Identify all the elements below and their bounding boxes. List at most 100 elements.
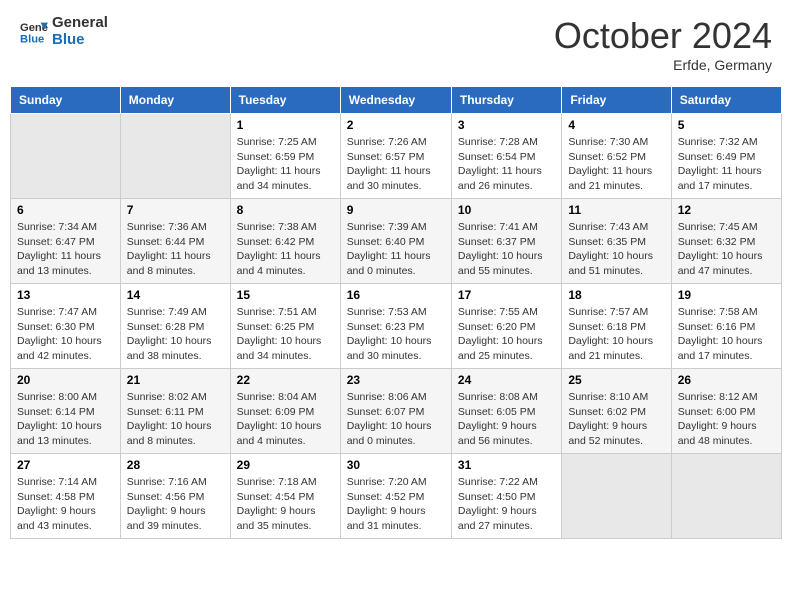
day-info: Sunrise: 7:58 AMSunset: 6:16 PMDaylight:…: [678, 305, 775, 364]
day-header-friday: Friday: [562, 87, 671, 114]
day-number: 30: [347, 458, 445, 472]
day-info: Sunrise: 8:12 AMSunset: 6:00 PMDaylight:…: [678, 390, 775, 449]
calendar-cell: 13Sunrise: 7:47 AMSunset: 6:30 PMDayligh…: [11, 284, 121, 369]
day-info: Sunrise: 7:38 AMSunset: 6:42 PMDaylight:…: [237, 220, 334, 279]
day-number: 17: [458, 288, 555, 302]
calendar-week-row: 20Sunrise: 8:00 AMSunset: 6:14 PMDayligh…: [11, 369, 782, 454]
day-header-tuesday: Tuesday: [230, 87, 340, 114]
day-info: Sunrise: 8:06 AMSunset: 6:07 PMDaylight:…: [347, 390, 445, 449]
location: Erfde, Germany: [554, 57, 772, 73]
logo-icon: General Blue: [20, 18, 48, 46]
day-number: 12: [678, 203, 775, 217]
day-number: 14: [127, 288, 224, 302]
calendar-cell: 19 Sunrise: 7:58 AMSunset: 6:16 PMDayligh…: [671, 284, 781, 369]
day-number: 31: [458, 458, 555, 472]
day-number: 18: [568, 288, 664, 302]
day-number: 5: [678, 118, 775, 132]
day-number: 26: [678, 373, 775, 387]
day-header-monday: Monday: [120, 87, 230, 114]
day-info: Sunrise: 7:28 AMSunset: 6:54 PMDaylight:…: [458, 135, 555, 194]
calendar-cell: 9 Sunrise: 7:39 AMSunset: 6:40 PMDaylight…: [340, 199, 451, 284]
day-info: Sunrise: 7:32 AMSunset: 6:49 PMDaylight:…: [678, 135, 775, 194]
day-info: Sunrise: 7:39 AMSunset: 6:40 PMDaylight:…: [347, 220, 445, 279]
day-number: 6: [17, 203, 114, 217]
day-number: 7: [127, 203, 224, 217]
day-info: Sunrise: 7:26 AMSunset: 6:57 PMDaylight:…: [347, 135, 445, 194]
day-header-thursday: Thursday: [451, 87, 561, 114]
day-number: 11: [568, 203, 664, 217]
day-number: 23: [347, 373, 445, 387]
calendar: SundayMondayTuesdayWednesdayThursdayFrid…: [10, 86, 782, 539]
calendar-cell: 12 Sunrise: 7:45 AMSunset: 6:32 PMDayligh…: [671, 199, 781, 284]
calendar-cell: 8Sunrise: 7:38 AMSunset: 6:42 PMDaylight…: [230, 199, 340, 284]
day-info: Sunrise: 7:47 AMSunset: 6:30 PMDaylight:…: [17, 305, 114, 364]
calendar-cell: 20Sunrise: 8:00 AMSunset: 6:14 PMDayligh…: [11, 369, 121, 454]
calendar-cell: 30 Sunrise: 7:20 AMSunset: 4:52 PMDayligh…: [340, 454, 451, 539]
calendar-cell: 27 Sunrise: 7:14 AMSunset: 4:58 PMDayligh…: [11, 454, 121, 539]
logo: General Blue General Blue: [20, 15, 108, 48]
calendar-week-row: 27 Sunrise: 7:14 AMSunset: 4:58 PMDayligh…: [11, 454, 782, 539]
logo-blue: Blue: [52, 32, 108, 49]
calendar-cell: 21 Sunrise: 8:02 AMSunset: 6:11 PMDayligh…: [120, 369, 230, 454]
calendar-cell: 11Sunrise: 7:43 AMSunset: 6:35 PMDayligh…: [562, 199, 671, 284]
day-number: 24: [458, 373, 555, 387]
day-info: Sunrise: 7:14 AMSunset: 4:58 PMDaylight:…: [17, 475, 114, 534]
calendar-cell: 31 Sunrise: 7:22 AMSunset: 4:50 PMDayligh…: [451, 454, 561, 539]
day-info: Sunrise: 7:49 AMSunset: 6:28 PMDaylight:…: [127, 305, 224, 364]
calendar-week-row: 6 Sunrise: 7:34 AMSunset: 6:47 PMDaylight…: [11, 199, 782, 284]
calendar-week-row: 1Sunrise: 7:25 AMSunset: 6:59 PMDaylight…: [11, 114, 782, 199]
day-info: Sunrise: 7:22 AMSunset: 4:50 PMDaylight:…: [458, 475, 555, 534]
day-info: Sunrise: 7:34 AMSunset: 6:47 PMDaylight:…: [17, 220, 114, 279]
day-info: Sunrise: 7:45 AMSunset: 6:32 PMDaylight:…: [678, 220, 775, 279]
day-number: 2: [347, 118, 445, 132]
day-header-saturday: Saturday: [671, 87, 781, 114]
day-number: 19: [678, 288, 775, 302]
calendar-cell: 3 Sunrise: 7:28 AMSunset: 6:54 PMDaylight…: [451, 114, 561, 199]
day-info: Sunrise: 8:10 AMSunset: 6:02 PMDaylight:…: [568, 390, 664, 449]
calendar-week-row: 13Sunrise: 7:47 AMSunset: 6:30 PMDayligh…: [11, 284, 782, 369]
day-number: 4: [568, 118, 664, 132]
day-info: Sunrise: 7:25 AMSunset: 6:59 PMDaylight:…: [237, 135, 334, 194]
day-info: Sunrise: 7:18 AMSunset: 4:54 PMDaylight:…: [237, 475, 334, 534]
day-number: 15: [237, 288, 334, 302]
day-number: 25: [568, 373, 664, 387]
calendar-cell: 7 Sunrise: 7:36 AMSunset: 6:44 PMDaylight…: [120, 199, 230, 284]
day-number: 27: [17, 458, 114, 472]
calendar-cell: 23 Sunrise: 8:06 AMSunset: 6:07 PMDayligh…: [340, 369, 451, 454]
calendar-cell: 18 Sunrise: 7:57 AMSunset: 6:18 PMDayligh…: [562, 284, 671, 369]
day-number: 16: [347, 288, 445, 302]
calendar-cell: 28 Sunrise: 7:16 AMSunset: 4:56 PMDayligh…: [120, 454, 230, 539]
header: General Blue General Blue October 2024 E…: [10, 10, 782, 78]
calendar-cell: 5 Sunrise: 7:32 AMSunset: 6:49 PMDaylight…: [671, 114, 781, 199]
day-info: Sunrise: 7:16 AMSunset: 4:56 PMDaylight:…: [127, 475, 224, 534]
logo-general: General: [52, 15, 108, 32]
calendar-header-row: SundayMondayTuesdayWednesdayThursdayFrid…: [11, 87, 782, 114]
svg-text:Blue: Blue: [20, 33, 44, 45]
day-info: Sunrise: 7:55 AMSunset: 6:20 PMDaylight:…: [458, 305, 555, 364]
day-header-wednesday: Wednesday: [340, 87, 451, 114]
calendar-cell: 24Sunrise: 8:08 AMSunset: 6:05 PMDayligh…: [451, 369, 561, 454]
day-number: 20: [17, 373, 114, 387]
day-info: Sunrise: 8:02 AMSunset: 6:11 PMDaylight:…: [127, 390, 224, 449]
calendar-cell: 26 Sunrise: 8:12 AMSunset: 6:00 PMDayligh…: [671, 369, 781, 454]
calendar-cell: [11, 114, 121, 199]
calendar-cell: 4Sunrise: 7:30 AMSunset: 6:52 PMDaylight…: [562, 114, 671, 199]
day-number: 21: [127, 373, 224, 387]
day-info: Sunrise: 7:41 AMSunset: 6:37 PMDaylight:…: [458, 220, 555, 279]
calendar-cell: 10Sunrise: 7:41 AMSunset: 6:37 PMDayligh…: [451, 199, 561, 284]
day-info: Sunrise: 7:57 AMSunset: 6:18 PMDaylight:…: [568, 305, 664, 364]
calendar-cell: 16Sunrise: 7:53 AMSunset: 6:23 PMDayligh…: [340, 284, 451, 369]
title-area: October 2024 Erfde, Germany: [554, 15, 772, 73]
day-number: 22: [237, 373, 334, 387]
day-info: Sunrise: 7:36 AMSunset: 6:44 PMDaylight:…: [127, 220, 224, 279]
calendar-cell: 22 Sunrise: 8:04 AMSunset: 6:09 PMDayligh…: [230, 369, 340, 454]
day-info: Sunrise: 8:04 AMSunset: 6:09 PMDaylight:…: [237, 390, 334, 449]
day-number: 3: [458, 118, 555, 132]
calendar-cell: [120, 114, 230, 199]
calendar-cell: 1Sunrise: 7:25 AMSunset: 6:59 PMDaylight…: [230, 114, 340, 199]
day-number: 29: [237, 458, 334, 472]
day-number: 9: [347, 203, 445, 217]
day-info: Sunrise: 7:20 AMSunset: 4:52 PMDaylight:…: [347, 475, 445, 534]
day-number: 28: [127, 458, 224, 472]
month-title: October 2024: [554, 15, 772, 57]
